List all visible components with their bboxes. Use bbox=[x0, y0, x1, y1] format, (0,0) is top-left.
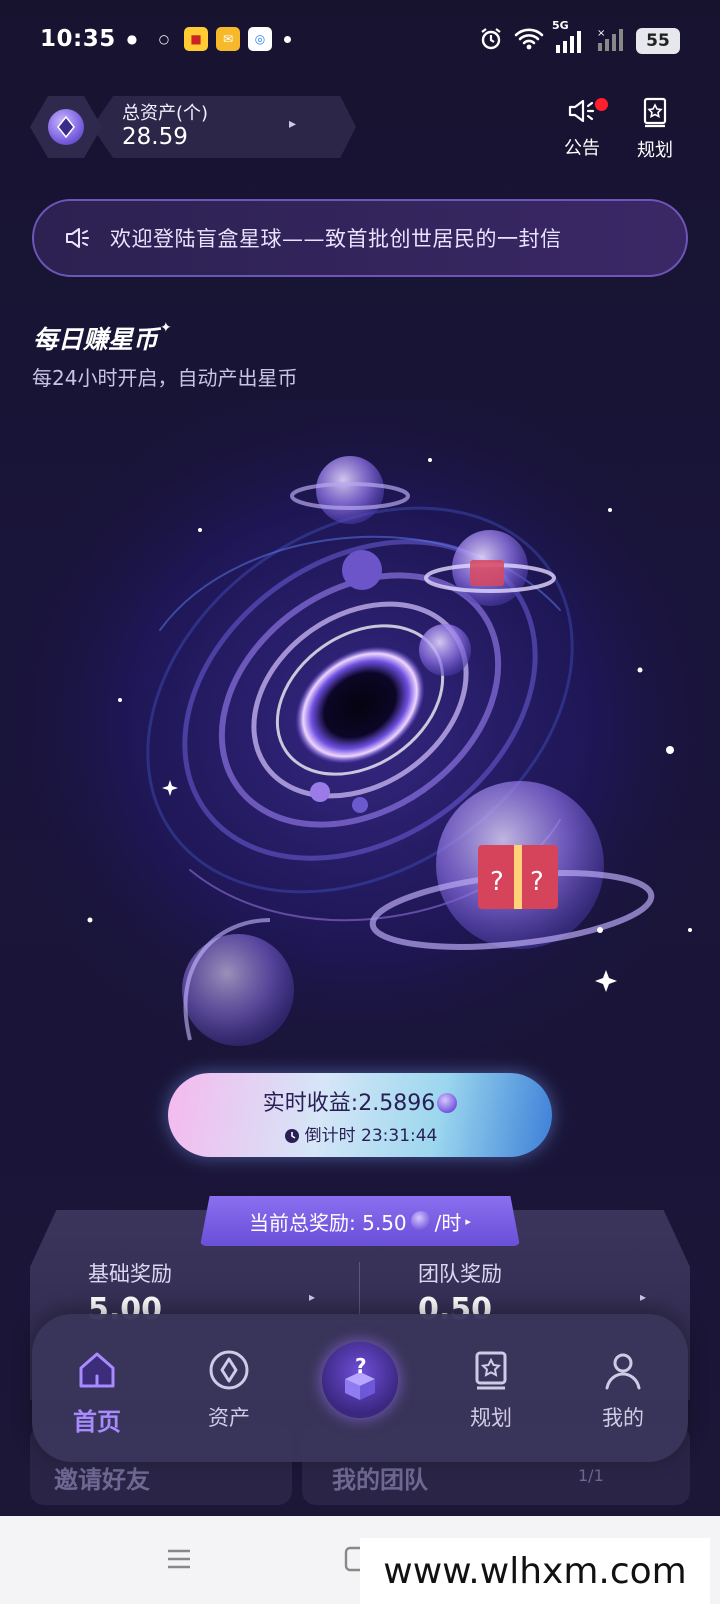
chevron-right-icon[interactable]: ▸ bbox=[640, 1290, 646, 1304]
status-indicators: 5G × 55 bbox=[478, 19, 680, 56]
daily-earn-title-text: 每日赚星币 bbox=[33, 325, 159, 354]
reward-divider bbox=[359, 1262, 360, 1322]
unread-dot bbox=[595, 98, 608, 111]
chevron-right-icon[interactable]: ▸ bbox=[309, 1290, 315, 1304]
wifi-icon bbox=[514, 27, 544, 55]
realtime-earnings-pill[interactable]: 实时收益:2.5896 倒计时 23:31:44 bbox=[168, 1073, 552, 1157]
status-bar: 10:35 ● ○ ■ ✉ ◎ 5G × 55 bbox=[0, 0, 720, 82]
announcement-label: 公告 bbox=[564, 138, 600, 159]
speaker-icon bbox=[66, 228, 89, 248]
svg-text:×: × bbox=[597, 28, 605, 39]
svg-text:?: ? bbox=[530, 867, 544, 897]
tab-mine-label: 我的 bbox=[602, 1406, 644, 1430]
diamond-coin-icon bbox=[209, 1350, 249, 1390]
mystery-box-icon: ? bbox=[345, 1355, 375, 1400]
svg-text:?: ? bbox=[355, 1355, 367, 1378]
signal-2-icon: × bbox=[596, 27, 626, 55]
total-assets-label: 总资产(个) bbox=[122, 103, 209, 124]
pinduoduo-icon: ■ bbox=[184, 27, 208, 51]
team-reward-title: 团队奖励 bbox=[418, 1262, 502, 1286]
tab-home[interactable]: 首页 bbox=[52, 1348, 142, 1437]
total-reward-text: 当前总奖励: 5.50 bbox=[249, 1210, 407, 1235]
svg-text:?: ? bbox=[490, 867, 504, 897]
realtime-earnings: 实时收益:2.5896 bbox=[168, 1085, 552, 1117]
signal-icon: 5G bbox=[552, 19, 586, 53]
daily-earn-subtitle: 每24小时开启，自动产出星币 bbox=[32, 366, 298, 390]
network-type: 5G bbox=[552, 19, 569, 32]
realtime-earnings-text: 实时收益:2.5896 bbox=[262, 1091, 436, 1116]
tab-assets[interactable]: 资产 bbox=[184, 1348, 274, 1432]
tab-assets-label: 资产 bbox=[208, 1406, 250, 1430]
alipay-icon: ○ bbox=[158, 32, 170, 46]
tab-home-label: 首页 bbox=[73, 1408, 121, 1436]
blind-box-button[interactable]: ? bbox=[322, 1342, 398, 1418]
notice-text: 欢迎登陆盲盒星球——致首批创世居民的一封信 bbox=[110, 227, 562, 251]
app-screen: 10:35 ● ○ ■ ✉ ◎ 5G × 55 总资产(个) 28.59 ▸ 公… bbox=[0, 0, 720, 1516]
sparkle-icon: ✦ bbox=[160, 320, 172, 336]
megaphone-icon bbox=[568, 99, 595, 123]
watermark: www.wlhxm.com bbox=[360, 1538, 710, 1604]
status-app-icons: ● ○ ■ ✉ ◎ bbox=[120, 27, 291, 51]
daily-earn-title: 每日赚星币 ✦ bbox=[33, 320, 172, 356]
total-reward-unit: /时 bbox=[434, 1210, 462, 1235]
menu-icon[interactable] bbox=[166, 1546, 192, 1576]
clock-icon bbox=[284, 1129, 299, 1143]
countdown-text: 倒计时 23:31:44 bbox=[304, 1126, 438, 1146]
mail-icon: ✉ bbox=[216, 27, 240, 51]
tab-plan[interactable]: 规划 bbox=[446, 1348, 536, 1432]
plan-label: 规划 bbox=[637, 140, 673, 161]
wechat-icon: ● bbox=[126, 32, 138, 46]
alarm-icon bbox=[478, 26, 504, 56]
plan-book-icon bbox=[475, 1351, 507, 1390]
tab-plan-label: 规划 bbox=[470, 1406, 512, 1430]
star-coin-icon bbox=[48, 109, 84, 145]
star-coin-icon bbox=[437, 1093, 458, 1113]
notification-dot bbox=[284, 35, 291, 43]
status-time: 10:35 bbox=[40, 26, 116, 52]
total-assets-value: 28.59 bbox=[122, 124, 188, 150]
basic-reward-title: 基础奖励 bbox=[88, 1262, 172, 1286]
home-icon bbox=[79, 1352, 115, 1388]
total-reward-tab[interactable]: 当前总奖励: 5.50 /时 ▸ bbox=[200, 1196, 520, 1246]
plan-book-icon bbox=[643, 97, 667, 128]
galaxy-illustration[interactable]: ? ? bbox=[0, 400, 720, 1080]
invite-friends-title: 邀请好友 bbox=[54, 1466, 150, 1494]
countdown: 倒计时 23:31:44 bbox=[168, 1121, 552, 1146]
chevron-right-icon: ▸ bbox=[289, 116, 297, 132]
announcement-button[interactable]: 公告 bbox=[552, 96, 612, 160]
team-count: 1/1 bbox=[578, 1466, 604, 1485]
star-coin-icon bbox=[410, 1211, 431, 1231]
notice-banner[interactable]: 欢迎登陆盲盒星球——致首批创世居民的一封信 bbox=[32, 199, 688, 277]
tab-mine[interactable]: 我的 bbox=[578, 1348, 668, 1432]
chevron-right-icon: ▸ bbox=[465, 1214, 471, 1228]
user-icon bbox=[605, 1353, 641, 1390]
location-icon: ◎ bbox=[248, 27, 272, 51]
my-team-title: 我的团队 bbox=[332, 1466, 428, 1494]
battery-indicator: 55 bbox=[636, 28, 680, 54]
plan-button[interactable]: 规划 bbox=[625, 96, 685, 162]
